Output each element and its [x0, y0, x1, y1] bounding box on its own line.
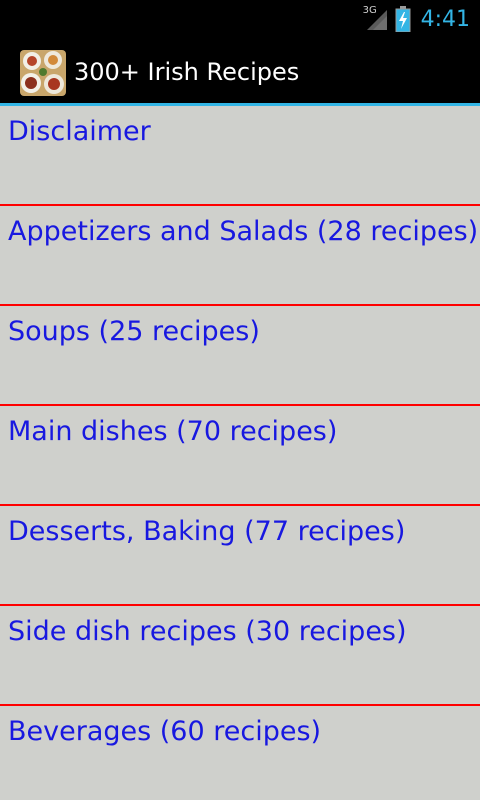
list-item-label: Desserts, Baking (77 recipes) — [8, 516, 406, 547]
app-title: 300+ Irish Recipes — [74, 58, 300, 86]
signal-indicator: 3G — [363, 5, 389, 32]
list-item-label: Main dishes (70 recipes) — [8, 416, 338, 447]
list-item-beverages[interactable]: Beverages (60 recipes) — [0, 706, 480, 800]
list-item-label: Beverages (60 recipes) — [8, 716, 322, 747]
status-bar: 3G 4:41 — [0, 0, 480, 38]
list-item-appetizers-and-salads[interactable]: Appetizers and Salads (28 recipes) — [0, 206, 480, 306]
list-item-soups[interactable]: Soups (25 recipes) — [0, 306, 480, 406]
list-item-side-dish-recipes[interactable]: Side dish recipes (30 recipes) — [0, 606, 480, 706]
list-item-main-dishes[interactable]: Main dishes (70 recipes) — [0, 406, 480, 506]
list-item-label: Disclaimer — [8, 116, 151, 147]
list-item-label: Appetizers and Salads (28 recipes) — [8, 216, 479, 247]
list-item-label: Side dish recipes (30 recipes) — [8, 616, 407, 647]
list-item-desserts-baking[interactable]: Desserts, Baking (77 recipes) — [0, 506, 480, 606]
category-list: Disclaimer Appetizers and Salads (28 rec… — [0, 106, 480, 800]
list-item-label: Soups (25 recipes) — [8, 316, 260, 347]
battery-charging-icon — [395, 6, 411, 32]
status-clock: 4:41 — [420, 6, 470, 32]
signal-icon — [366, 10, 387, 30]
app-food-icon[interactable] — [20, 50, 66, 96]
status-icons: 3G 4:41 — [363, 4, 470, 34]
action-bar: 300+ Irish Recipes — [0, 38, 480, 106]
list-item-disclaimer[interactable]: Disclaimer — [0, 106, 480, 206]
